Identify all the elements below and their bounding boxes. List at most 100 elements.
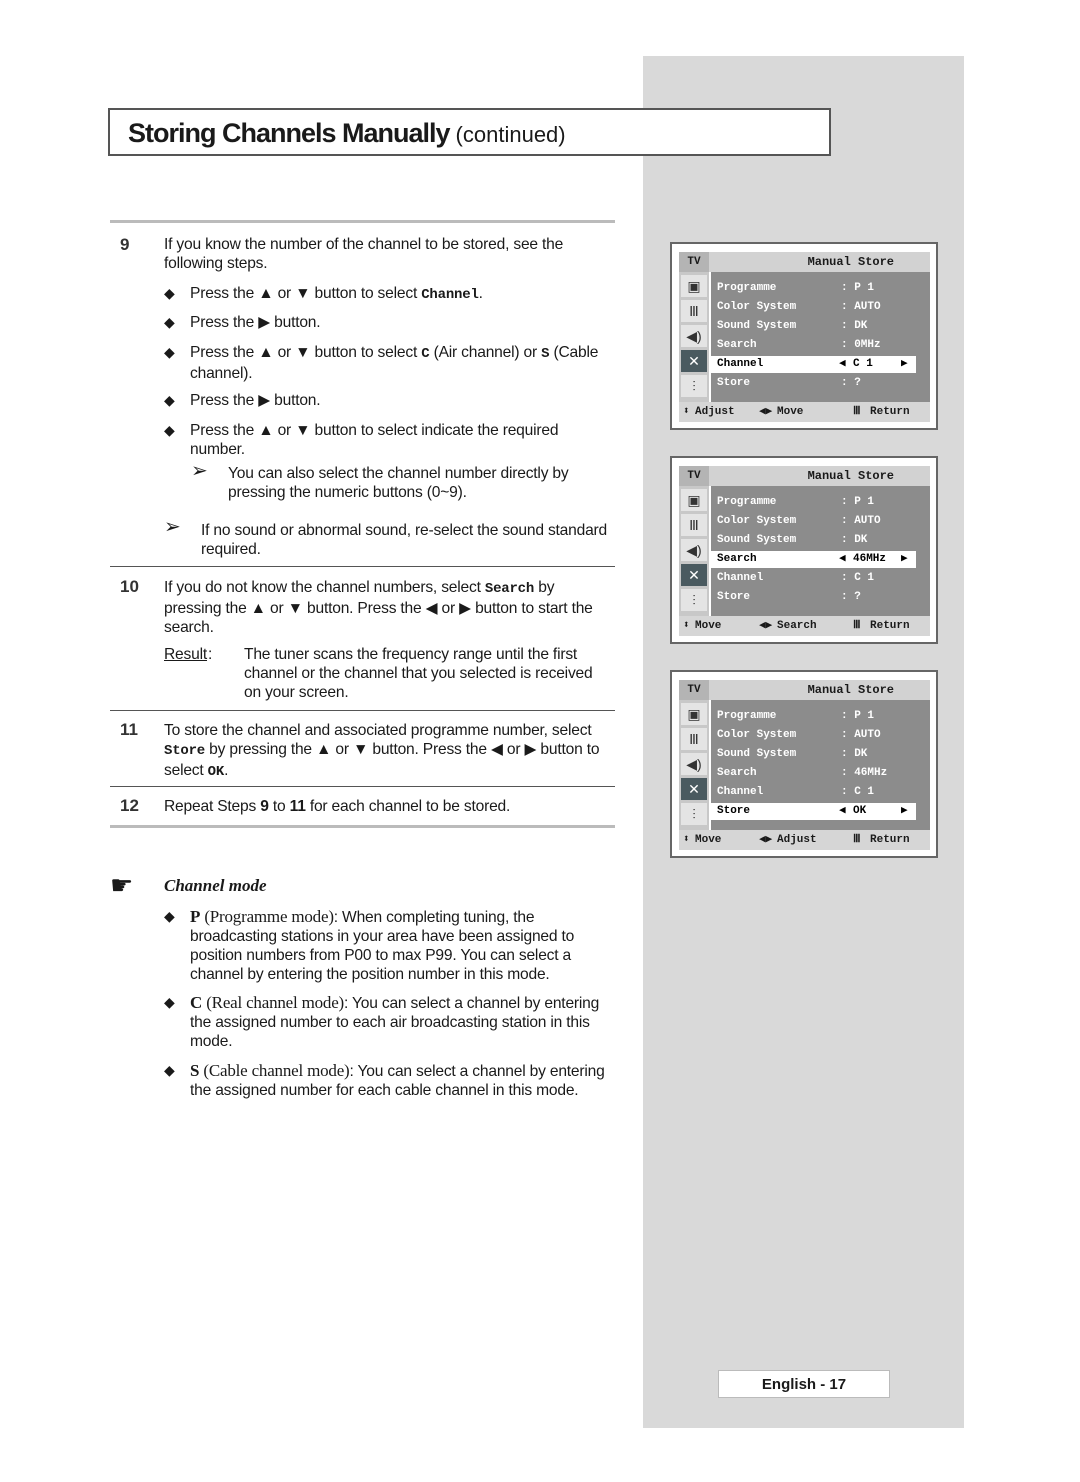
foot-3: Return (870, 406, 910, 418)
step-9-bullet-2: Press the ▶ button. (190, 314, 321, 331)
menu-row[interactable]: Search: 0MHz (711, 337, 916, 354)
sound-icon: ◀) (681, 753, 707, 775)
step-9-bullet-5: Press the ▲ or ▼ button to select indica… (190, 422, 559, 458)
menu-icon-column: ▣ Ⅲ ◀) ✕ ⫶ (679, 700, 709, 830)
t: C (190, 993, 203, 1012)
menu-body: Programme: P 1 Color System: AUTO Sound Sy… (711, 272, 930, 402)
menu-row[interactable]: Color System: AUTO (711, 299, 916, 316)
foot-1: Adjust (695, 406, 735, 418)
menu-footer: ⬍ Adjust ◀▶ Move Ⅲ Return (679, 402, 930, 422)
t: . (224, 762, 229, 779)
row-label: Store (717, 591, 751, 603)
menu-icon-column: ▣ Ⅲ ◀) ✕ ⫶ (679, 272, 709, 402)
foot-2: Search (777, 620, 817, 632)
menu-row[interactable]: Color System: AUTO (711, 727, 916, 744)
menu-row[interactable]: Sound System: DK (711, 318, 916, 335)
row-value: OK (853, 805, 867, 817)
menu-row[interactable]: Search : 46MHz (711, 765, 916, 782)
left-arrow-icon: ◀ (839, 553, 846, 565)
channel-icon: ✕ (681, 350, 707, 372)
menu-title: Manual Store (709, 680, 930, 700)
row-value: : DK (841, 534, 868, 546)
row-label: Color System (717, 515, 797, 527)
channel-mode-heading: Channel mode (164, 876, 267, 895)
menu-icon: Ⅲ (853, 834, 861, 846)
t: Press the ▲ or ▼ button to select (190, 285, 422, 302)
t: (Cable channel mode) (203, 1061, 350, 1080)
menu-row[interactable]: Search ◀ 46MHz ▶ (711, 551, 916, 568)
menu-body: Programme: P 1 Color System: AUTO Sound Sy… (711, 700, 930, 830)
step-9-bullet-1: Press the ▲ or ▼ button to select Channe… (190, 284, 610, 305)
step-9-bullet-4: Press the ▶ button. (190, 392, 321, 409)
menu-row[interactable]: Sound System: DK (711, 532, 916, 549)
menu-row[interactable]: Color System: AUTO (711, 513, 916, 530)
menu-row[interactable]: Channel ◀ C 1 ▶ (711, 356, 916, 373)
menu-row[interactable]: Store : ? (711, 589, 916, 606)
row-label: Store (717, 377, 751, 389)
menu-row[interactable]: Store: ? (711, 375, 916, 392)
step-number: 9 (120, 235, 130, 254)
t: (Programme mode) (204, 907, 334, 926)
row-label: Programme (717, 496, 777, 508)
right-arrow-icon: ▶ (901, 553, 908, 565)
row-label: Color System (717, 729, 797, 741)
code-search: Search (484, 581, 535, 597)
menu-row[interactable]: Sound System: DK (711, 746, 916, 763)
foot-3: Return (870, 620, 910, 632)
page-number: English - 17 (718, 1370, 890, 1398)
updown-icon: ⬍ (683, 406, 690, 418)
t: by pressing the ▲ or ▼ button. Press the… (164, 741, 600, 779)
title-suffix: (continued) (455, 122, 566, 147)
row-value: : AUTO (841, 301, 881, 313)
osd-menu-manual-store: TV Manual Store ▣ Ⅲ ◀) ✕ ⫶ Programme: P 1 Color … (670, 242, 938, 430)
row-label: Sound System (717, 748, 797, 760)
channel-icon: ✕ (681, 564, 707, 586)
row-value: : P 1 (841, 496, 875, 508)
t: . (478, 285, 483, 302)
foot-3: Return (870, 834, 910, 846)
setup-icon: ⫶ (681, 375, 707, 397)
menu-row[interactable]: Channel: C 1 (711, 570, 916, 587)
t: Repeat Steps (164, 798, 261, 815)
osd-menu-manual-store: TV Manual Store ▣ Ⅲ ◀) ✕ ⫶ Programme: P 1 Color … (670, 456, 938, 644)
leftright-icon: ◀▶ (759, 406, 773, 418)
row-value: C 1 (853, 358, 873, 370)
menu-row[interactable]: Programme : P 1 (711, 494, 916, 511)
t: Press the ▲ or ▼ button to select (190, 344, 422, 361)
sound-icon: ◀) (681, 325, 707, 347)
t: 9 (260, 798, 269, 815)
menu-row[interactable]: Programme: P 1 (711, 708, 916, 725)
pointing-hand-icon: ☛ (110, 870, 134, 900)
menu-body: Programme : P 1 Color System: AUTO Sound Sy… (711, 486, 930, 616)
bullet-icon: ◆ (164, 285, 175, 301)
step-9-bullet-3: Press the ▲ or ▼ button to select C (Air… (190, 343, 610, 383)
menu-footer: ⬍ Move ◀▶ Adjust Ⅲ Return (679, 830, 930, 850)
divider (110, 825, 615, 828)
menu-row[interactable]: Channel: C 1 (711, 784, 916, 801)
row-value: : 46MHz (841, 767, 888, 779)
input-icon: ▣ (681, 489, 707, 511)
note-arrow-icon: ➢ (191, 460, 208, 482)
foot-2: Move (777, 406, 804, 418)
page-title: Storing Channels Manually (continued) (108, 108, 831, 156)
menu-row[interactable]: Programme: P 1 (711, 280, 916, 297)
mode-s: S (Cable channel mode): You can select a… (190, 1061, 605, 1100)
row-label: Store (717, 805, 751, 817)
row-value: : P 1 (841, 710, 875, 722)
row-label: Search (717, 767, 757, 779)
bullet-icon: ◆ (164, 344, 175, 360)
divider (110, 566, 615, 567)
foot-1: Move (695, 834, 722, 846)
row-value: 46MHz (853, 553, 887, 565)
foot-2: Adjust (777, 834, 817, 846)
menu-row[interactable]: Store ◀ OK ▶ (711, 803, 916, 820)
right-arrow-icon: ▶ (901, 805, 908, 817)
result-text: The tuner scans the frequency range unti… (244, 646, 593, 701)
bullet-icon: ◆ (164, 422, 175, 438)
step-number: 10 (120, 577, 139, 596)
step-number: 12 (120, 796, 139, 815)
tv-tab: TV (679, 252, 709, 272)
result-label: Result (164, 646, 208, 663)
channel-icon: ✕ (681, 778, 707, 800)
row-value: : ? (841, 591, 861, 603)
